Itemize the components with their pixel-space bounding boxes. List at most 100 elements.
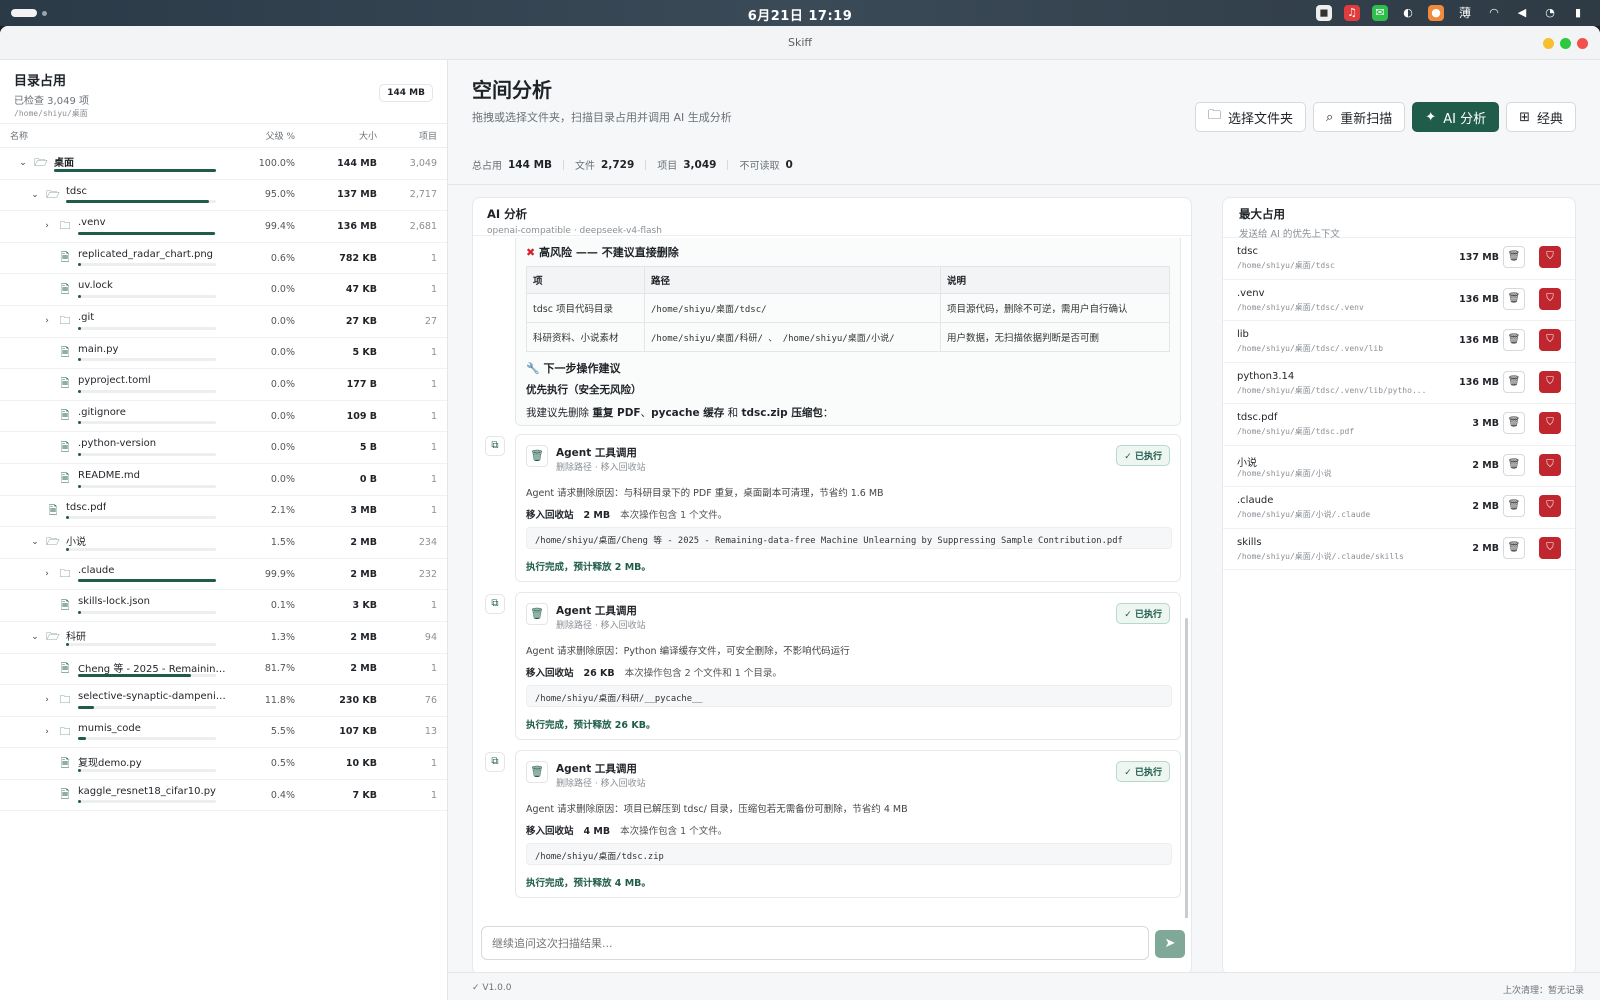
trash-button[interactable]: 🗑 (1503, 246, 1525, 268)
classic-view-button[interactable]: ⊞ 经典 (1506, 102, 1576, 132)
tray-app-icon[interactable]: ◼ (1316, 5, 1332, 21)
largest-usage-item[interactable]: lib/home/shiyu/桌面/tdsc/.venv/lib 136 MB 🗑 ⛉ (1223, 321, 1575, 363)
largest-usage-item[interactable]: python3.14/home/shiyu/桌面/tdsc/.venv/lib/… (1223, 363, 1575, 404)
col-parent-pct[interactable]: 父级 % (231, 129, 295, 142)
largest-usage-item[interactable]: 小说/home/shiyu/桌面/小说 2 MB 🗑 ⛉ (1223, 446, 1575, 487)
col-count[interactable]: 项目 (377, 129, 437, 142)
tree-row[interactable]: 🗎 main.py 0.0% 5 KB 1 (0, 338, 447, 370)
tree-row[interactable]: 🗎 kaggle_resnet18_cifar10.py 0.4% 7 KB 1 (0, 780, 447, 812)
file-icon: 🗎 (60, 472, 70, 486)
largest-usage-item[interactable]: .claude/home/shiyu/桌面/小说/.claude 2 MB 🗑 ⛉ (1223, 487, 1575, 529)
sparkle-icon: ✦ (1425, 109, 1437, 125)
shred-button[interactable]: ⛉ (1539, 370, 1561, 393)
tree-row[interactable]: 🗎 README.md 0.0% 0 B 1 (0, 464, 447, 496)
chat-messages[interactable]: ✖ 高风险 —— 不建议直接删除 项 路径 说明 tdsc 项目代码目录 /ho… (473, 238, 1191, 918)
tree-row[interactable]: › 🗀 mumis_code 5.5% 107 KB 13 (0, 717, 447, 749)
root-path: /home/shiyu/桌面 (14, 109, 88, 118)
tree-row[interactable]: ⌄ 🗁 小说 1.5% 2 MB 234 (0, 527, 447, 559)
col-name[interactable]: 名称 (10, 129, 231, 142)
tree-row-pct: 0.0% (270, 442, 295, 454)
shred-button[interactable]: ⛉ (1539, 329, 1561, 351)
tree-row-name: ⌄ 🗁 小说 (10, 527, 231, 558)
trash-button[interactable]: 🗑 (1503, 453, 1525, 476)
trash-button[interactable]: 🗑 (1503, 495, 1525, 517)
tree-row[interactable]: › 🗀 .git 0.0% 27 KB 27 (0, 306, 447, 338)
chevron-down-icon[interactable]: ⌄ (16, 158, 30, 168)
tree-row[interactable]: ⌄ 🗁 tdsc 95.0% 137 MB 2,717 (0, 180, 447, 212)
wifi-icon[interactable]: ◠ (1486, 5, 1502, 21)
chevron-right-icon[interactable]: › (40, 316, 54, 326)
chevron-right-icon[interactable]: › (40, 221, 54, 231)
chevron-down-icon[interactable]: ⌄ (28, 537, 42, 547)
tree-row-pct: 0.0% (270, 347, 295, 359)
tree-row-name: 🗎 tdsc.pdf (10, 496, 231, 527)
tree-row[interactable]: ⌄ 🗁 科研 1.3% 2 MB 94 (0, 622, 447, 654)
tray-qq-icon[interactable]: ◐ (1400, 5, 1416, 21)
wrench-icon: 🔧 (526, 362, 544, 375)
trash-button[interactable]: 🗑 (1503, 370, 1525, 393)
tree-row[interactable]: › 🗀 selective-synaptic-dampening 11.8% 230 K… (0, 685, 447, 717)
shred-button[interactable]: ⛉ (1539, 495, 1561, 517)
follow-up-input[interactable] (481, 926, 1149, 960)
tree-row[interactable]: ⌄ 🗁 桌面 100.0% 144 MB 3,049 (0, 148, 447, 180)
tree-row[interactable]: 🗎 replicated_radar_chart.png 0.6% 782 KB 1 (0, 243, 447, 275)
largest-usage-item[interactable]: skills/home/shiyu/桌面/小说/.claude/skills 2 … (1223, 529, 1575, 570)
power-profile-icon[interactable]: ◔ (1542, 5, 1558, 21)
tree-row-pct: 0.5% (270, 758, 295, 770)
trash-button[interactable]: 🗑 (1503, 329, 1525, 351)
tree-row[interactable]: 🗎 Cheng 等 - 2025 - Remaining-d... 81.7% 2 M… (0, 654, 447, 686)
tray-orange-icon[interactable]: ● (1428, 5, 1444, 21)
battery-icon[interactable]: ▮ (1570, 5, 1586, 21)
tree-row[interactable]: 🗎 .gitignore 0.0% 109 B 1 (0, 401, 447, 433)
largest-usage-item[interactable]: tdsc/home/shiyu/桌面/tdsc 137 MB 🗑 ⛉ (1223, 238, 1575, 280)
trash-button[interactable]: 🗑 (1503, 412, 1525, 434)
chat-scrollbar[interactable] (1185, 618, 1188, 918)
shred-button[interactable]: ⛉ (1539, 536, 1561, 559)
trash-button[interactable]: 🗑 (1503, 536, 1525, 559)
usage-item-name: .claude (1237, 495, 1274, 506)
shred-button[interactable]: ⛉ (1539, 287, 1561, 310)
trash-icon: 🗑 (1507, 417, 1521, 428)
toolbar: 🗀 选择文件夹 ⌕ 重新扫描 ✦ AI 分析 ⊞ 经典 (1194, 102, 1576, 132)
choose-folder-button[interactable]: 🗀 选择文件夹 (1194, 102, 1306, 132)
chevron-right-icon[interactable]: › (40, 727, 54, 737)
tree-row-count: 1 (430, 600, 437, 612)
tray-netease-icon[interactable]: ♫ (1344, 5, 1360, 21)
shred-button[interactable]: ⛉ (1539, 453, 1561, 476)
largest-usage-item[interactable]: tdsc.pdf/home/shiyu/桌面/tdsc.pdf 3 MB 🗑 ⛉ (1223, 404, 1575, 446)
chevron-right-icon[interactable]: › (40, 569, 54, 579)
tree-row[interactable]: 🗎 tdsc.pdf 2.1% 3 MB 1 (0, 496, 447, 528)
tree-row[interactable]: › 🗀 .claude 99.9% 2 MB 232 (0, 559, 447, 591)
ai-model-name: openai-compatible · deepseek-v4-flash (487, 226, 662, 236)
chevron-down-icon[interactable]: ⌄ (28, 632, 42, 642)
tree-row[interactable]: 🗎 skills-lock.json 0.1% 3 KB 1 (0, 590, 447, 622)
tool-call-title: Agent 工具调用 (556, 447, 637, 459)
largest-usage-item[interactable]: .venv/home/shiyu/桌面/tdsc/.venv 136 MB 🗑 ⛉ (1223, 280, 1575, 321)
tree-row-pct: 99.4% (264, 220, 295, 232)
tree-row[interactable]: 🗎 uv.lock 0.0% 47 KB 1 (0, 274, 447, 306)
shred-button[interactable]: ⛉ (1539, 412, 1561, 434)
check-circle-icon: ✓ (1124, 610, 1135, 620)
rescan-button[interactable]: ⌕ 重新扫描 (1313, 102, 1406, 132)
tree-row[interactable]: 🗎 复现demo.py 0.5% 10 KB 1 (0, 748, 447, 780)
tree-row[interactable]: 🗎 .python-version 0.0% 5 B 1 (0, 432, 447, 464)
ai-analysis-button[interactable]: ✦ AI 分析 (1412, 102, 1500, 132)
window-titlebar[interactable]: Skiff (0, 26, 1600, 60)
shred-button[interactable]: ⛉ (1539, 246, 1561, 268)
col-size[interactable]: 大小 (295, 129, 377, 142)
send-button[interactable]: ➤ (1155, 930, 1185, 958)
ai-card-title: AI 分析 (487, 207, 528, 221)
maximize-button[interactable] (1560, 38, 1571, 49)
close-button[interactable] (1577, 38, 1588, 49)
trash-button[interactable]: 🗑 (1503, 287, 1525, 310)
tray-wechat-icon[interactable]: ✉ (1372, 5, 1388, 21)
tree-row[interactable]: 🗎 pyproject.toml 0.0% 177 B 1 (0, 369, 447, 401)
tray-input-method[interactable]: 薄 (1456, 5, 1474, 21)
directory-panel: 目录占用 已检查 3,049 项 /home/shiyu/桌面 144 MB 名… (0, 60, 448, 1000)
chevron-right-icon[interactable]: › (40, 695, 54, 705)
minimize-button[interactable] (1543, 38, 1554, 49)
chevron-down-icon[interactable]: ⌄ (28, 190, 42, 200)
status-footer: ✓ V1.0.0 上次清理：暂无记录 (448, 972, 1600, 1000)
tree-row[interactable]: › 🗀 .venv 99.4% 136 MB 2,681 (0, 211, 447, 243)
volume-icon[interactable]: ◀ (1514, 5, 1530, 21)
